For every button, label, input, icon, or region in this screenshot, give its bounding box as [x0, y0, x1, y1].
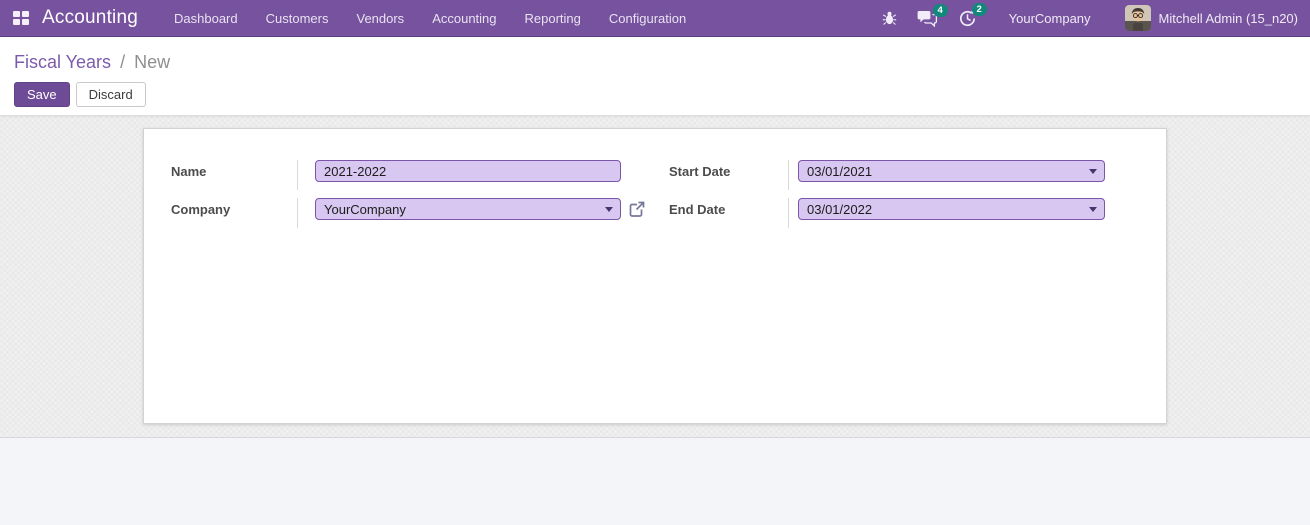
start-date-label-cell: Start Date: [656, 160, 789, 190]
company-label: Company: [171, 202, 230, 217]
menu-item-customers[interactable]: Customers: [252, 0, 343, 37]
user-name: Mitchell Admin (15_n20): [1159, 11, 1298, 26]
company-field-widget: [315, 198, 621, 220]
name-label-cell: Name: [171, 160, 298, 190]
start-date-field-widget: [798, 160, 1105, 182]
start-date-field-cell: [789, 160, 1105, 190]
breadcrumb-current: New: [134, 52, 170, 72]
systray: 4 2 YourCompany: [862, 5, 1298, 31]
form-field-grid: Name Company: [144, 129, 1166, 228]
app-brand-title[interactable]: Accounting: [42, 7, 138, 29]
menu-item-accounting[interactable]: Accounting: [418, 0, 510, 37]
activities-count-badge: 2: [972, 3, 987, 16]
main-menu: Dashboard Customers Vendors Accounting R…: [160, 0, 700, 37]
menu-item-dashboard[interactable]: Dashboard: [160, 0, 252, 37]
end-date-label: End Date: [669, 202, 725, 217]
name-field-widget: [315, 160, 621, 182]
form-group-right: Start Date End Date: [656, 160, 1105, 228]
start-date-label: Start Date: [669, 164, 730, 179]
page-footer-area: [0, 437, 1310, 525]
form-group-left: Name Company: [171, 160, 646, 228]
discard-button[interactable]: Discard: [76, 82, 146, 107]
breadcrumb: Fiscal Years / New: [14, 49, 1294, 75]
name-label: Name: [171, 164, 206, 179]
start-date-input[interactable]: [798, 160, 1105, 182]
save-button[interactable]: Save: [14, 82, 70, 107]
name-input[interactable]: [315, 160, 621, 182]
form-sheet: Name Company: [143, 128, 1167, 424]
apps-grid-square: [13, 11, 20, 17]
apps-menu-icon[interactable]: [13, 11, 30, 26]
company-external-link-icon[interactable]: [628, 200, 646, 223]
company-field-cell: [298, 198, 646, 228]
name-field-cell: [298, 160, 646, 190]
user-avatar: [1125, 5, 1151, 31]
apps-grid-square: [13, 19, 20, 25]
messages-count-badge: 4: [933, 4, 948, 17]
top-navbar: Accounting Dashboard Customers Vendors A…: [0, 0, 1310, 37]
menu-item-configuration[interactable]: Configuration: [595, 0, 700, 37]
messages-icon[interactable]: 4: [917, 10, 938, 27]
end-date-label-cell: End Date: [656, 198, 789, 228]
debug-bug-icon[interactable]: [882, 10, 897, 26]
menu-item-vendors[interactable]: Vendors: [342, 0, 418, 37]
end-date-field-widget: [798, 198, 1105, 220]
control-panel: Fiscal Years / New Save Discard: [0, 37, 1310, 116]
breadcrumb-separator: /: [120, 52, 125, 72]
company-input[interactable]: [315, 198, 621, 220]
apps-grid-square: [22, 11, 29, 17]
end-date-caret-down-icon[interactable]: [1089, 207, 1097, 212]
company-label-cell: Company: [171, 198, 298, 228]
breadcrumb-fiscal-years-link[interactable]: Fiscal Years: [14, 52, 111, 72]
end-date-field-cell: [789, 198, 1105, 228]
apps-grid-square: [22, 19, 29, 25]
activities-clock-icon[interactable]: 2: [958, 9, 977, 28]
user-menu[interactable]: Mitchell Admin (15_n20): [1125, 5, 1298, 31]
menu-item-reporting[interactable]: Reporting: [511, 0, 595, 37]
form-view-background: Name Company: [0, 116, 1310, 437]
company-switcher[interactable]: YourCompany: [1009, 11, 1091, 26]
company-caret-down-icon[interactable]: [605, 207, 613, 212]
start-date-caret-down-icon[interactable]: [1089, 169, 1097, 174]
control-panel-buttons: Save Discard: [14, 82, 1294, 107]
end-date-input[interactable]: [798, 198, 1105, 220]
